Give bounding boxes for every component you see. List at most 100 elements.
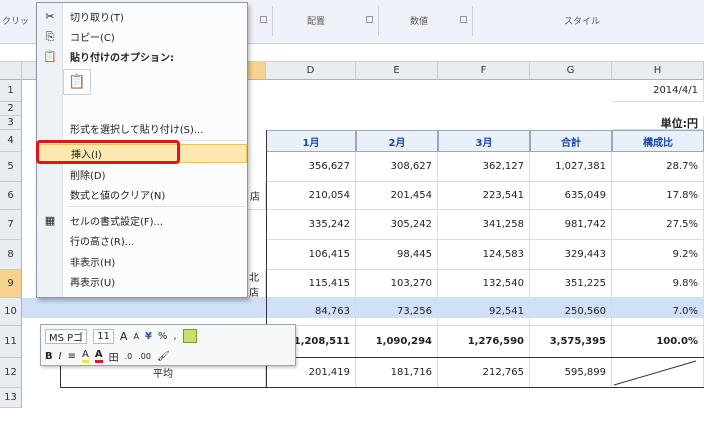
- cell-month-1[interactable]: 335,242: [266, 210, 356, 240]
- fill-color-button[interactable]: A: [81, 349, 89, 363]
- cell-share[interactable]: 17.8%: [612, 182, 704, 210]
- percent-button[interactable]: %: [158, 331, 168, 342]
- header-month-3[interactable]: 3月: [438, 130, 530, 152]
- cell-month-1[interactable]: 115,415: [266, 270, 356, 298]
- paste-option-button[interactable]: 📋: [63, 69, 91, 95]
- italic-button[interactable]: I: [59, 351, 62, 362]
- menu-item-delete[interactable]: 削除(D): [37, 165, 247, 184]
- cell-total[interactable]: 1,027,381: [530, 152, 612, 182]
- cell-month-1[interactable]: 356,627: [266, 152, 356, 182]
- menu-item-cut[interactable]: ✂ 切り取り(T): [37, 7, 247, 26]
- average-month-3[interactable]: 212,765: [438, 358, 530, 388]
- row-header[interactable]: 4: [0, 130, 22, 152]
- font-name-box[interactable]: MS Pゴ: [45, 328, 88, 344]
- cell-month-1[interactable]: 210,054: [266, 182, 356, 210]
- row-header[interactable]: 12: [0, 358, 22, 388]
- cell-month-1[interactable]: 84,763: [266, 298, 356, 326]
- bold-button[interactable]: B: [45, 351, 53, 362]
- select-all-corner[interactable]: [0, 62, 22, 80]
- column-header-c[interactable]: [248, 62, 266, 80]
- cell-month-2[interactable]: 305,242: [356, 210, 438, 240]
- highlight-outline: [36, 140, 180, 164]
- menu-item-clear-contents[interactable]: 数式と値のクリア(N): [37, 185, 247, 204]
- column-header-f[interactable]: F: [438, 62, 530, 80]
- row-header[interactable]: 2: [0, 102, 22, 116]
- cell-month-3[interactable]: 132,540: [438, 270, 530, 298]
- average-share-empty[interactable]: [612, 358, 704, 388]
- row-header-selected[interactable]: 9: [0, 270, 22, 298]
- cell-share[interactable]: 28.7%: [612, 152, 704, 182]
- ribbon-separator: [272, 6, 273, 36]
- cell-month-3[interactable]: 362,127: [438, 152, 530, 182]
- average-total[interactable]: 595,899: [530, 358, 612, 388]
- font-color-button[interactable]: A: [94, 349, 103, 363]
- border-button[interactable]: 田: [109, 349, 119, 364]
- row-header[interactable]: 10: [0, 298, 22, 326]
- menu-item-unhide[interactable]: 再表示(U): [37, 272, 247, 291]
- cell-total[interactable]: 329,443: [530, 240, 612, 270]
- cell-share[interactable]: 100.0%: [612, 326, 704, 358]
- header-month-1[interactable]: 1月: [266, 130, 356, 152]
- cell-month-2[interactable]: 73,256: [356, 298, 438, 326]
- header-total[interactable]: 合計: [530, 130, 612, 152]
- cell-month-2[interactable]: 98,445: [356, 240, 438, 270]
- unit-cell[interactable]: 単位:円: [612, 116, 704, 130]
- increase-decimal-button[interactable]: .0: [125, 352, 133, 361]
- cell-share[interactable]: 9.2%: [612, 240, 704, 270]
- cell-month-2[interactable]: 308,627: [356, 152, 438, 182]
- cell-total[interactable]: 635,049: [530, 182, 612, 210]
- row-header[interactable]: 5: [0, 152, 22, 182]
- currency-button[interactable]: ¥: [145, 331, 152, 342]
- cell-month-1[interactable]: 106,415: [266, 240, 356, 270]
- comma-button[interactable]: ,: [173, 331, 176, 342]
- cell-month-3[interactable]: 92,541: [438, 298, 530, 326]
- menu-item-copy[interactable]: ⎘ コピー(C): [37, 27, 247, 46]
- cell-total[interactable]: 351,225: [530, 270, 612, 298]
- column-header-d[interactable]: D: [266, 62, 356, 80]
- ribbon-launcher-alignment[interactable]: [366, 16, 373, 23]
- shrink-font-button[interactable]: A: [133, 332, 138, 341]
- cell-month-2[interactable]: 103,270: [356, 270, 438, 298]
- ribbon-launcher-font[interactable]: [260, 16, 267, 23]
- cell-month-3[interactable]: 341,258: [438, 210, 530, 240]
- cell-month-2[interactable]: 1,090,294: [356, 326, 438, 358]
- cell-month-3[interactable]: 124,583: [438, 240, 530, 270]
- store-label-partial[interactable]: 店: [248, 182, 266, 210]
- decrease-decimal-button[interactable]: .00: [138, 352, 151, 361]
- cell-total[interactable]: 981,742: [530, 210, 612, 240]
- menu-item-row-height[interactable]: 行の高さ(R)...: [37, 231, 247, 250]
- cell-total[interactable]: 3,575,395: [530, 326, 612, 358]
- cell-share[interactable]: 27.5%: [612, 210, 704, 240]
- row-header[interactable]: 13: [0, 388, 22, 408]
- cell-month-3[interactable]: 223,541: [438, 182, 530, 210]
- cell-month-3[interactable]: 1,276,590: [438, 326, 530, 358]
- store-label-partial-selected[interactable]: 北店: [248, 270, 266, 299]
- font-size-box[interactable]: 11: [93, 328, 114, 344]
- cell-share[interactable]: 7.0%: [612, 298, 704, 326]
- format-painter-icon[interactable]: [182, 329, 197, 343]
- cell-month-2[interactable]: 201,454: [356, 182, 438, 210]
- column-header-e[interactable]: E: [356, 62, 438, 80]
- brush-icon[interactable]: 🖌: [157, 351, 170, 362]
- ribbon-launcher-number[interactable]: [460, 16, 467, 23]
- row-header[interactable]: 6: [0, 182, 22, 210]
- menu-item-hide[interactable]: 非表示(H): [37, 252, 247, 271]
- row-header[interactable]: 7: [0, 210, 22, 240]
- average-month-2[interactable]: 181,716: [356, 358, 438, 388]
- row-header[interactable]: 8: [0, 240, 22, 270]
- column-header-h[interactable]: H: [612, 62, 704, 80]
- align-center-button[interactable]: ≡: [68, 351, 76, 362]
- header-share[interactable]: 構成比: [612, 130, 704, 152]
- grow-font-button[interactable]: A: [120, 330, 128, 343]
- cell-total[interactable]: 250,560: [530, 298, 612, 326]
- column-header-g[interactable]: G: [530, 62, 612, 80]
- menu-item-format-cells[interactable]: ▦ セルの書式設定(F)...: [37, 211, 247, 230]
- menu-item-paste-special[interactable]: 形式を選択して貼り付け(S)...: [37, 119, 247, 138]
- header-month-2[interactable]: 2月: [356, 130, 438, 152]
- row-header[interactable]: 3: [0, 116, 22, 130]
- paste-icon: 📋: [68, 74, 86, 90]
- cell-share[interactable]: 9.8%: [612, 270, 704, 298]
- date-cell[interactable]: 2014/4/1: [612, 80, 704, 102]
- row-header[interactable]: 1: [0, 80, 22, 102]
- row-header[interactable]: 11: [0, 326, 22, 358]
